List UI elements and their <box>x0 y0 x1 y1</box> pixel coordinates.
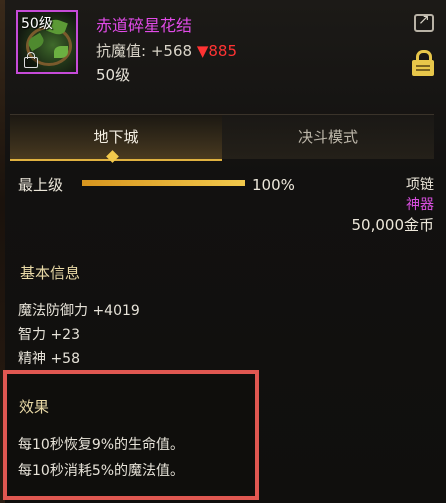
share-icon[interactable] <box>414 12 434 32</box>
stat-plus: +568 <box>150 42 193 60</box>
effect-title: 效果 <box>19 398 50 416</box>
effect-line: 每10秒恢复9%的生命值。 <box>18 437 185 453</box>
item-level: 50级 <box>96 66 131 84</box>
leaf-shape <box>54 46 68 58</box>
effect-box: 效果 每10秒恢复9%的生命值。 每10秒消耗5%的魔法值。 <box>3 370 259 500</box>
slot-type: 项链 <box>406 177 434 193</box>
tab-duel[interactable]: 决斗模式 <box>222 115 434 159</box>
upgrade-progress-fill <box>82 180 245 186</box>
attribute-line: 精神 +58 <box>18 351 80 367</box>
upgrade-label: 最上级 <box>18 176 64 194</box>
item-icon[interactable]: 50级 <box>16 10 78 74</box>
item-tooltip-panel: 50级 赤道碎星花结 抗魔值: +568 ▼885 50级 地下城 决斗模式 最… <box>0 0 446 503</box>
stat-row: 抗魔值: +568 ▼885 <box>96 40 237 61</box>
price: 50,000金币 <box>351 216 435 234</box>
attribute-line: 魔法防御力 +4019 <box>18 303 140 319</box>
effect-line: 每10秒消耗5%的魔法值。 <box>18 463 185 479</box>
lock-icon[interactable] <box>412 50 434 76</box>
upgrade-progress-bar <box>82 180 245 186</box>
upgrade-progress-text: 100% <box>252 176 295 194</box>
item-name: 赤道碎星花结 <box>96 16 193 35</box>
stat-down: ▼885 <box>196 42 237 60</box>
mode-tabs: 地下城 决斗模式 <box>10 114 434 161</box>
base-info-title: 基本信息 <box>20 264 81 282</box>
attribute-line: 智力 +23 <box>18 327 80 343</box>
item-level-tag: 50级 <box>21 16 53 32</box>
small-lock-icon <box>24 52 38 68</box>
stat-label: 抗魔值: <box>96 42 147 60</box>
rarity: 神器 <box>406 197 434 213</box>
